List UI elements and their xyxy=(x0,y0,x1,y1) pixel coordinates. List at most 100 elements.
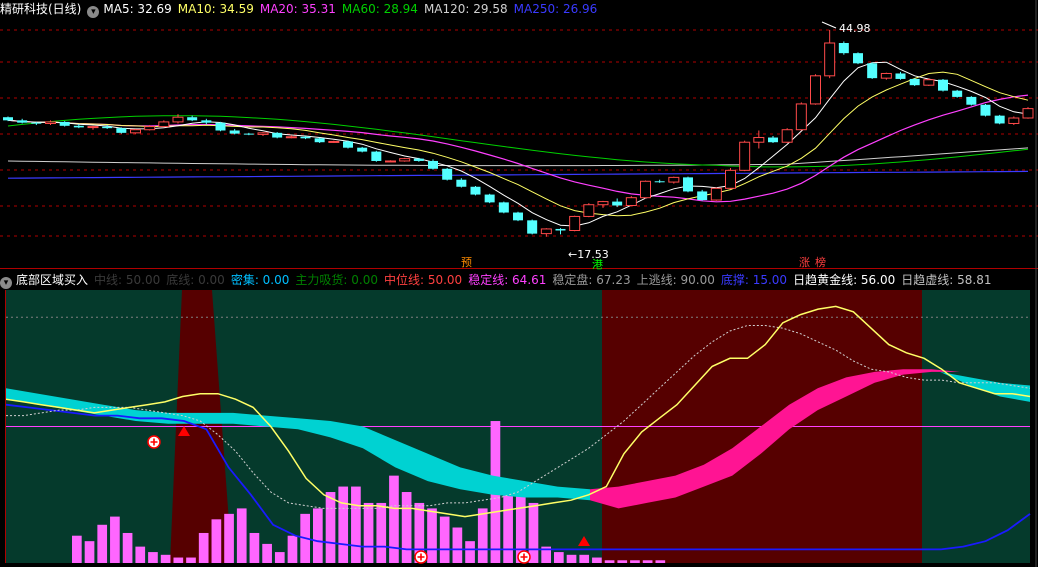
candle-body-up xyxy=(753,137,765,143)
candle-body-down xyxy=(994,115,1005,124)
volume-bar xyxy=(617,560,628,563)
candle-body-down xyxy=(314,138,325,143)
candle-body-down xyxy=(371,151,382,161)
candle-body-up xyxy=(130,129,141,134)
candle-body-up xyxy=(257,132,269,135)
candle-body-down xyxy=(555,228,566,231)
volume-bar xyxy=(439,516,450,563)
candle-body-down xyxy=(838,43,849,54)
volume-bar xyxy=(655,560,666,563)
volume-bar xyxy=(84,541,95,563)
volume-bar xyxy=(160,554,171,563)
candle-body-up xyxy=(795,103,807,131)
candle-body-down xyxy=(456,179,467,187)
candle-body-down xyxy=(470,186,481,195)
candle-body-down xyxy=(201,120,212,123)
volume-bar xyxy=(401,492,412,563)
volume-bar xyxy=(642,560,653,563)
price-marker-label: 港 xyxy=(592,258,603,271)
candle-body-up xyxy=(45,121,56,124)
volume-bar xyxy=(262,543,272,563)
volume-bar xyxy=(122,532,133,563)
candle-body-down xyxy=(697,191,708,201)
candle-body-up xyxy=(1022,108,1034,119)
candle-body-up xyxy=(540,228,552,235)
candle-body-down xyxy=(413,158,424,161)
candle-body-up xyxy=(158,121,170,128)
candle-body-up xyxy=(385,160,396,163)
volume-bar xyxy=(236,508,247,563)
candle-body-down xyxy=(300,136,311,139)
candle-body-up xyxy=(810,75,821,105)
price-marker-label: 预 xyxy=(461,256,472,269)
candle-body-down xyxy=(73,125,84,128)
candle-body-down xyxy=(187,117,198,121)
volume-bar xyxy=(72,535,82,563)
candle-body-down xyxy=(215,122,226,131)
candle-body-up xyxy=(625,197,637,206)
candle-body-down xyxy=(909,78,920,86)
volume-bar xyxy=(224,513,234,563)
chart-window: { "colors": { "bg": "#000000", "up": "#f… xyxy=(0,0,1038,567)
candle-body-up xyxy=(172,116,184,123)
volume-bar xyxy=(135,546,146,563)
ma10-line xyxy=(7,71,1029,217)
candle-body-down xyxy=(59,121,70,126)
candle-body-down xyxy=(895,73,906,79)
candle-body-up xyxy=(328,140,340,143)
candle-body-down xyxy=(853,53,863,64)
candle-body-down xyxy=(272,132,283,138)
candle-body-up xyxy=(285,136,297,139)
volume-bar xyxy=(198,532,209,563)
candle-body-up xyxy=(781,129,793,143)
volume-bar xyxy=(579,554,590,563)
volume-bar xyxy=(351,486,361,563)
candle-body-up xyxy=(725,169,736,189)
candle-body-up xyxy=(880,72,892,79)
volume-bar xyxy=(630,560,640,563)
volume-bar xyxy=(148,552,158,563)
candle-body-down xyxy=(938,79,948,91)
candle-body-down xyxy=(116,128,127,133)
volume-bar xyxy=(566,554,577,563)
volume-bar xyxy=(313,508,323,563)
price-high-pointer xyxy=(821,21,837,29)
candle-body-down xyxy=(484,194,495,203)
candle-body-down xyxy=(612,201,623,206)
candle-body-up xyxy=(87,126,99,129)
candle-body-down xyxy=(357,147,368,152)
volume-bar xyxy=(287,535,298,563)
volume-bar xyxy=(338,486,349,563)
price-marker-label: 涨 xyxy=(799,256,810,269)
candle-body-up xyxy=(824,42,836,77)
candle-body-up xyxy=(1008,117,1020,124)
ma250-line xyxy=(7,170,1029,179)
volume-bar xyxy=(592,557,602,563)
candle-body-up xyxy=(640,180,651,199)
candle-body-down xyxy=(17,120,28,123)
candle-body-down xyxy=(229,130,240,134)
volume-bar xyxy=(465,541,475,563)
candle-body-down xyxy=(31,122,42,124)
price-high-label: 44.98 xyxy=(839,22,871,35)
candle-body-down xyxy=(498,202,509,213)
volume-bar xyxy=(427,508,437,563)
volume-bar xyxy=(528,502,539,563)
candle-body-down xyxy=(343,141,353,148)
candle-body-up xyxy=(399,158,411,162)
candle-body-down xyxy=(867,63,878,79)
candle-body-down xyxy=(102,126,113,129)
ma5-line xyxy=(7,61,1029,227)
volume-bar xyxy=(110,516,120,563)
candle-body-up xyxy=(668,176,680,183)
volume-bar xyxy=(97,524,108,563)
candle-body-down xyxy=(243,133,254,135)
volume-bar xyxy=(274,552,285,563)
candle-body-up xyxy=(144,126,156,131)
candle-body-down xyxy=(683,177,693,192)
candle-body-up xyxy=(583,204,595,217)
volume-bar xyxy=(173,557,184,563)
candle-body-down xyxy=(513,212,523,221)
candle-body-down xyxy=(442,168,453,180)
volume-bar xyxy=(249,532,260,563)
